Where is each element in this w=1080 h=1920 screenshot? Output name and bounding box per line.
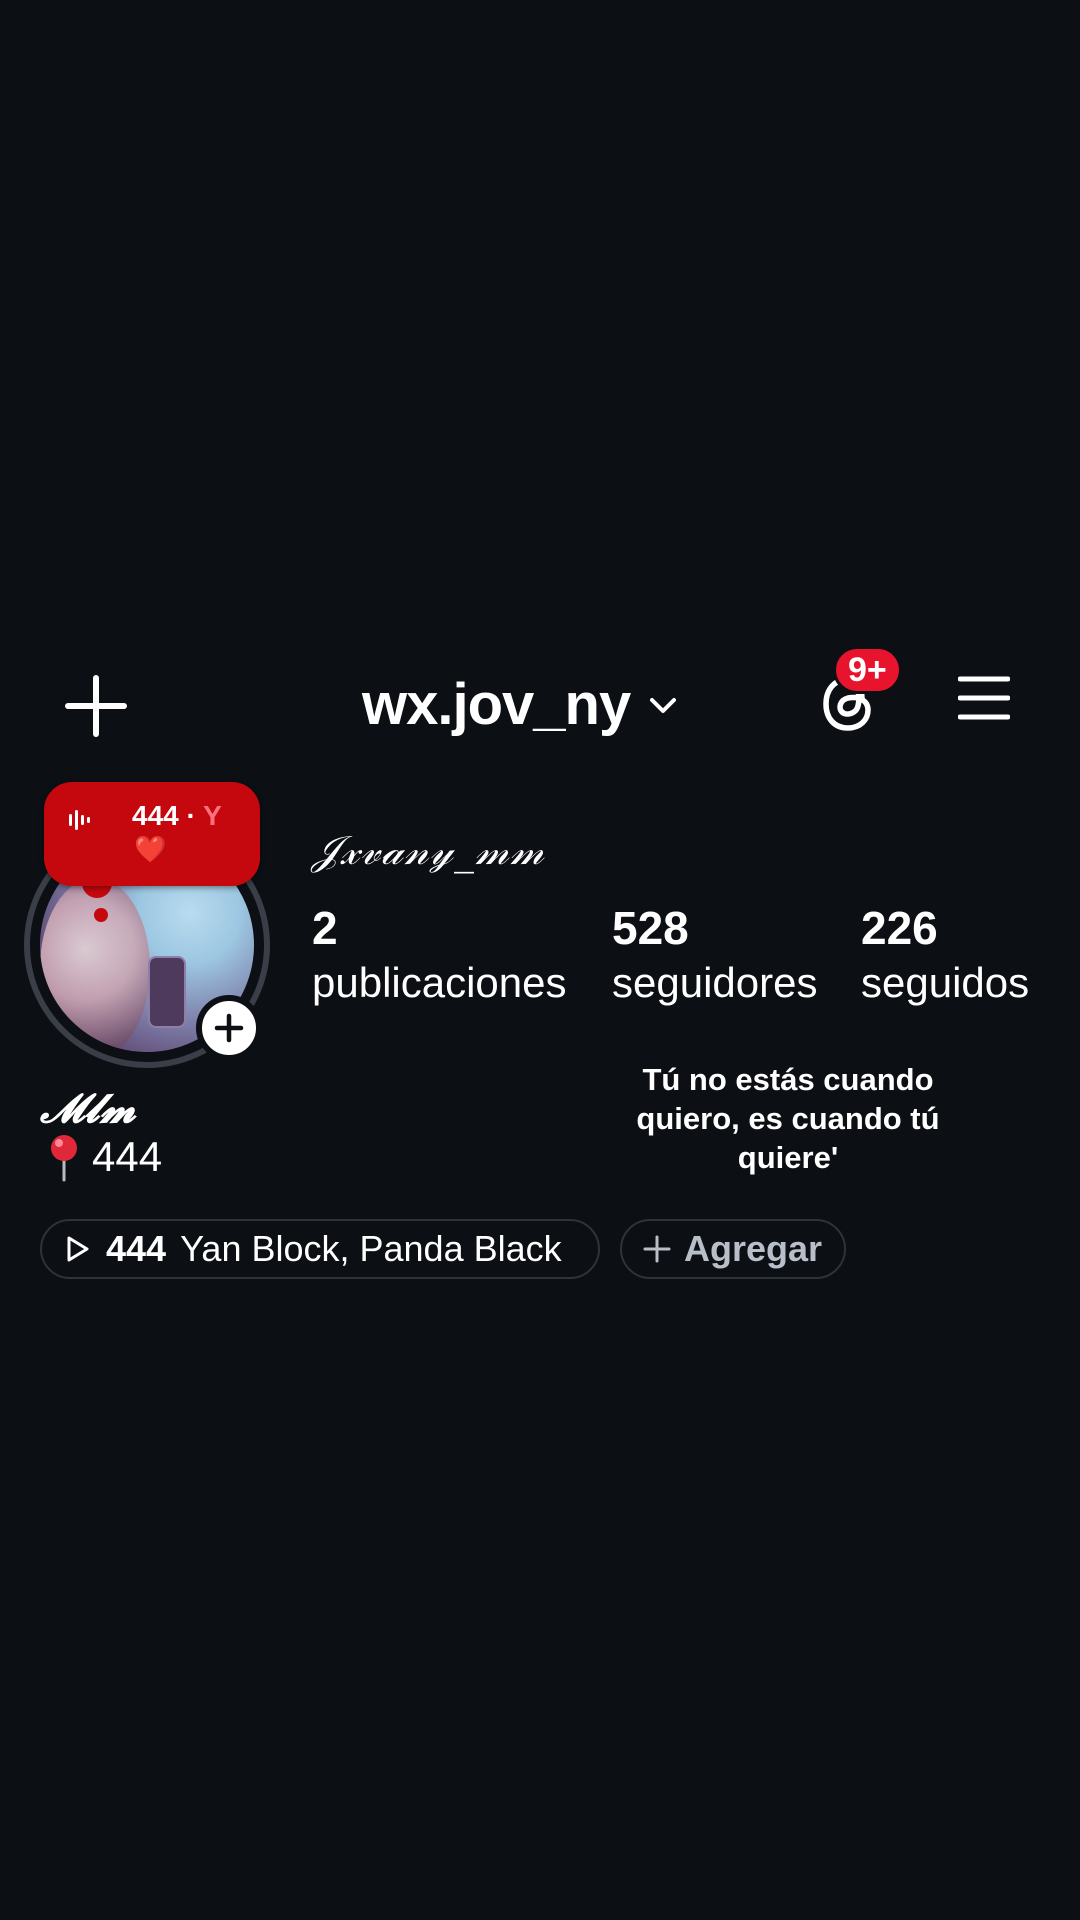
note-trailing-text: Y [203,800,222,831]
audio-wave-icon [69,810,90,830]
stat-posts-value: 2 [312,902,338,954]
note-bubble[interactable]: 444 · Y ❤️ [44,782,260,886]
stat-posts-label: publicaciones [312,959,567,1006]
play-icon [67,1236,89,1262]
avatar-photo-face [40,878,150,1052]
note-count: 444 [132,800,179,831]
stat-following-label: seguidos [861,959,1030,1006]
display-name: 𝒥𝓍𝓋𝒶𝓃𝓎_𝓂𝓂 [312,828,545,874]
profile-header: wx.jov_ny 9+ [0,646,1080,750]
add-chip-button[interactable]: Agregar [620,1219,846,1279]
stat-followers-label: seguidores [612,959,818,1006]
bio-quote: Tú no estás cuando quiero, es cuando tú … [636,1062,940,1175]
bio-location: 444 [44,1132,162,1182]
bio-name: 𝓜𝓵𝓶 [40,1085,136,1132]
stat-following[interactable]: 226 seguidos [861,900,1029,1010]
profile-screen: wx.jov_ny 9+ 444 · Y ❤️ 𝒥𝓍𝓋𝒶𝓃𝓎_𝓂𝓂 2 publ… [0,0,1080,1920]
note-bubble-tail-dot [94,908,108,922]
music-chip[interactable]: 444 Yan Block, Panda Black [40,1219,600,1279]
account-switcher[interactable]: wx.jov_ny [362,664,680,744]
note-heart-emoji: ❤️ [134,834,167,864]
avatar-photo-phone [148,956,186,1028]
note-separator: · [186,800,196,831]
notification-badge: 9+ [833,646,902,694]
music-count: 444 [106,1228,167,1269]
music-artists: Yan Block, Panda Black [180,1228,562,1269]
stat-followers-value: 528 [612,902,689,954]
pushpin-icon [51,1135,77,1182]
plus-icon [643,1235,671,1263]
create-plus-icon[interactable] [60,670,132,742]
stat-followers[interactable]: 528 seguidores [612,900,817,1010]
stat-posts[interactable]: 2 publicaciones [312,900,567,1010]
chevron-down-icon [650,698,677,713]
username-title: wx.jov_ny [362,671,631,737]
add-story-plus-icon[interactable] [196,995,262,1061]
stat-following-value: 226 [861,902,938,954]
add-chip-label: Agregar [684,1228,823,1269]
bio-location-text: 444 [92,1133,163,1180]
note-text: 444 · Y [132,800,222,832]
hamburger-menu-icon[interactable] [958,675,1010,721]
